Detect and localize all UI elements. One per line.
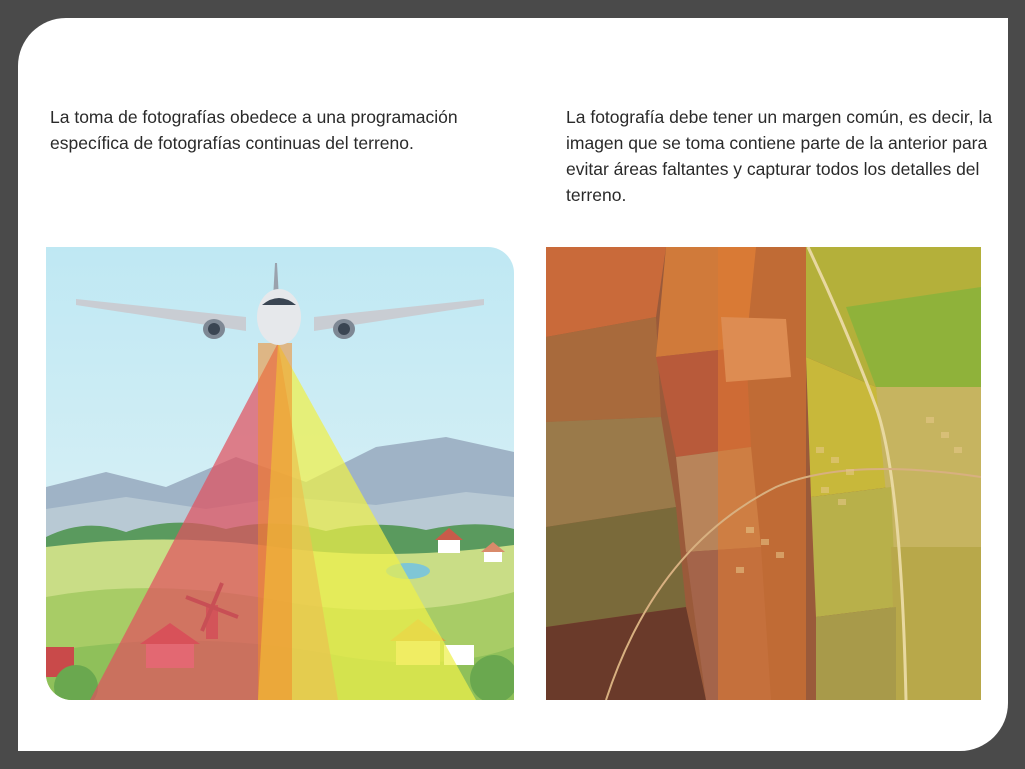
caption-left: La toma de fotografías obedece a una pro… [50, 107, 458, 153]
mosaic-svg [546, 247, 981, 700]
overlap-band [258, 343, 292, 700]
aerial-photo-mosaic [546, 247, 981, 700]
parcel [811, 487, 896, 617]
parcel [816, 607, 896, 700]
content-card: La toma de fotografías obedece a una pro… [18, 18, 1008, 751]
caption-right: La fotografía debe tener un margen común… [566, 107, 993, 205]
airplane-illustration [46, 247, 514, 700]
overlap-band [718, 247, 806, 700]
airplane-scene-svg [46, 247, 514, 700]
parcel [546, 507, 686, 627]
